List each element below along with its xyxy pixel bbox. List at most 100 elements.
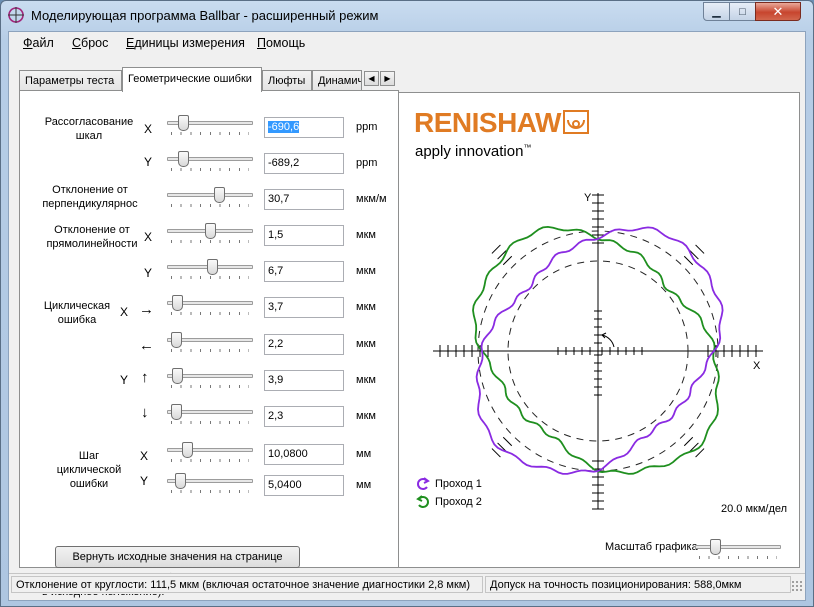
tagline: apply innovation™: [415, 143, 532, 160]
param-slider[interactable]: [167, 295, 253, 319]
param-unit: ppm: [356, 121, 378, 133]
param-value-field[interactable]: 30,7: [264, 189, 344, 210]
tab-scroll-left-button[interactable]: ◀: [364, 71, 379, 86]
param-value-field[interactable]: -690,6: [264, 117, 344, 138]
diagonal-tick: [491, 244, 501, 254]
slider-thumb[interactable]: [178, 115, 190, 131]
slider-ticks: [699, 556, 777, 559]
title-bar[interactable]: Моделирующая программа Ballbar - расшире…: [1, 1, 813, 31]
plot-y-axis-label: Y: [584, 192, 592, 204]
legend-run1: Проход 1: [435, 478, 482, 490]
param-unit: мкм: [356, 374, 376, 386]
arrow-left-icon: ←: [139, 337, 154, 354]
close-icon: ✕: [772, 3, 784, 19]
renishaw-mark-icon: [562, 110, 589, 134]
param-slider[interactable]: [167, 259, 253, 283]
menu-file[interactable]: Файл: [23, 36, 54, 50]
plot-scale-slider[interactable]: [695, 539, 781, 563]
slider-ticks: [171, 240, 249, 243]
slider-thumb[interactable]: [172, 368, 184, 384]
axis-x-label: X: [144, 230, 153, 244]
menu-help[interactable]: Помощь: [257, 36, 305, 50]
axis-y-label: Y: [120, 373, 129, 387]
diagonal-tick: [695, 244, 705, 254]
status-bar: Отклонение от круглости: 111,5 мкм (вклю…: [9, 573, 805, 594]
tab-dynamic[interactable]: Динамич: [312, 70, 362, 91]
param-slider[interactable]: [167, 368, 253, 392]
resize-grip-icon[interactable]: [791, 580, 803, 592]
slider-thumb[interactable]: [182, 442, 193, 458]
app-window: Моделирующая программа Ballbar - расшире…: [0, 0, 814, 607]
tab-backlash[interactable]: Люфты: [262, 70, 312, 91]
slider-ticks: [171, 459, 249, 462]
arrow-down-icon: ↓: [141, 404, 149, 421]
ballbar-plot-panel: RENISHAW apply innovation™ X Y Проход 1 …: [398, 92, 800, 568]
plot-scale-slider-label: Масштаб графика: [605, 541, 698, 553]
axis-y-label: Y: [144, 155, 153, 169]
slider-thumb[interactable]: [170, 332, 182, 348]
slider-thumb[interactable]: [172, 295, 184, 311]
arrow-up-icon: ↑: [141, 369, 149, 386]
minimize-button[interactable]: ▁: [703, 2, 730, 21]
slider-thumb[interactable]: [206, 259, 218, 275]
geometric-errors-panel: Рассогласование шкал Отклонение от перпе…: [19, 90, 400, 598]
param-unit: мкм: [356, 229, 376, 241]
axis-y-label: Y: [140, 474, 149, 488]
tab-geometric-errors[interactable]: Геометрические ошибки: [122, 67, 262, 92]
param-unit: мм: [356, 448, 372, 460]
slider-ticks: [171, 312, 249, 315]
slider-ticks: [171, 132, 249, 135]
diagonal-tick: [683, 255, 694, 266]
param-slider[interactable]: [167, 473, 253, 497]
close-button[interactable]: ✕: [755, 2, 801, 21]
slider-thumb[interactable]: [174, 473, 186, 489]
param-value-field[interactable]: 3,9: [264, 370, 344, 391]
status-positioning-accuracy: Допуск на точность позиционирования: 588…: [485, 576, 791, 593]
param-unit: мкм: [356, 301, 376, 313]
param-value-field[interactable]: 3,7: [264, 297, 344, 318]
slider-ticks: [171, 385, 249, 388]
plot-x-axis-label: X: [753, 360, 761, 372]
renishaw-logo: RENISHAW: [414, 107, 589, 139]
axis-x-label: X: [144, 122, 153, 136]
tab-scroll-right-button[interactable]: ▶: [380, 71, 395, 86]
param-slider[interactable]: [167, 151, 253, 175]
tab-test-params[interactable]: Параметры теста: [19, 70, 122, 91]
tab-strip: Параметры теста Геометрические ошибки Лю…: [19, 67, 399, 92]
param-slider[interactable]: [167, 223, 253, 247]
param-slider[interactable]: [167, 404, 253, 428]
param-value-field[interactable]: 2,3: [264, 406, 344, 427]
param-value-field[interactable]: 1,5: [264, 225, 344, 246]
label-scale-mismatch: Рассогласование шкал: [44, 116, 134, 142]
param-slider[interactable]: [167, 442, 253, 466]
reset-page-button[interactable]: Вернуть исходные значения на странице: [55, 546, 300, 568]
menu-units[interactable]: Единицы измерения: [126, 36, 245, 50]
param-slider[interactable]: [167, 187, 253, 211]
maximize-button[interactable]: □: [729, 2, 756, 21]
legend-run2: Проход 2: [435, 496, 482, 508]
param-unit: мм: [356, 479, 372, 491]
slider-thumb[interactable]: [710, 539, 721, 555]
slider-thumb[interactable]: [213, 187, 225, 203]
slider-thumb[interactable]: [204, 223, 216, 239]
param-slider[interactable]: [167, 115, 253, 139]
axis-x-label: X: [140, 449, 149, 463]
menu-reset[interactable]: Сброс: [72, 36, 108, 50]
ballbar-app-icon: [8, 7, 24, 23]
diagonal-tick: [502, 436, 513, 447]
param-value-field[interactable]: 5,0400: [264, 475, 344, 496]
param-slider[interactable]: [167, 332, 253, 356]
maximize-icon: □: [739, 5, 746, 18]
client-area: Файл Сброс Единицы измерения Помощь Пара…: [8, 31, 806, 601]
param-value-field[interactable]: 2,2: [264, 334, 344, 355]
slider-ticks: [171, 276, 249, 279]
chevron-right-icon: ▶: [384, 74, 391, 83]
slider-thumb[interactable]: [170, 404, 182, 420]
param-value-field[interactable]: 10,0800: [264, 444, 344, 465]
param-value-field[interactable]: -689,2: [264, 153, 344, 174]
slider-thumb[interactable]: [178, 151, 190, 167]
param-unit: ppm: [356, 157, 378, 169]
param-unit: мкм/м: [356, 193, 387, 205]
label-cyclic-pitch: Шаг циклической ошибки: [56, 450, 122, 490]
param-value-field[interactable]: 6,7: [264, 261, 344, 282]
